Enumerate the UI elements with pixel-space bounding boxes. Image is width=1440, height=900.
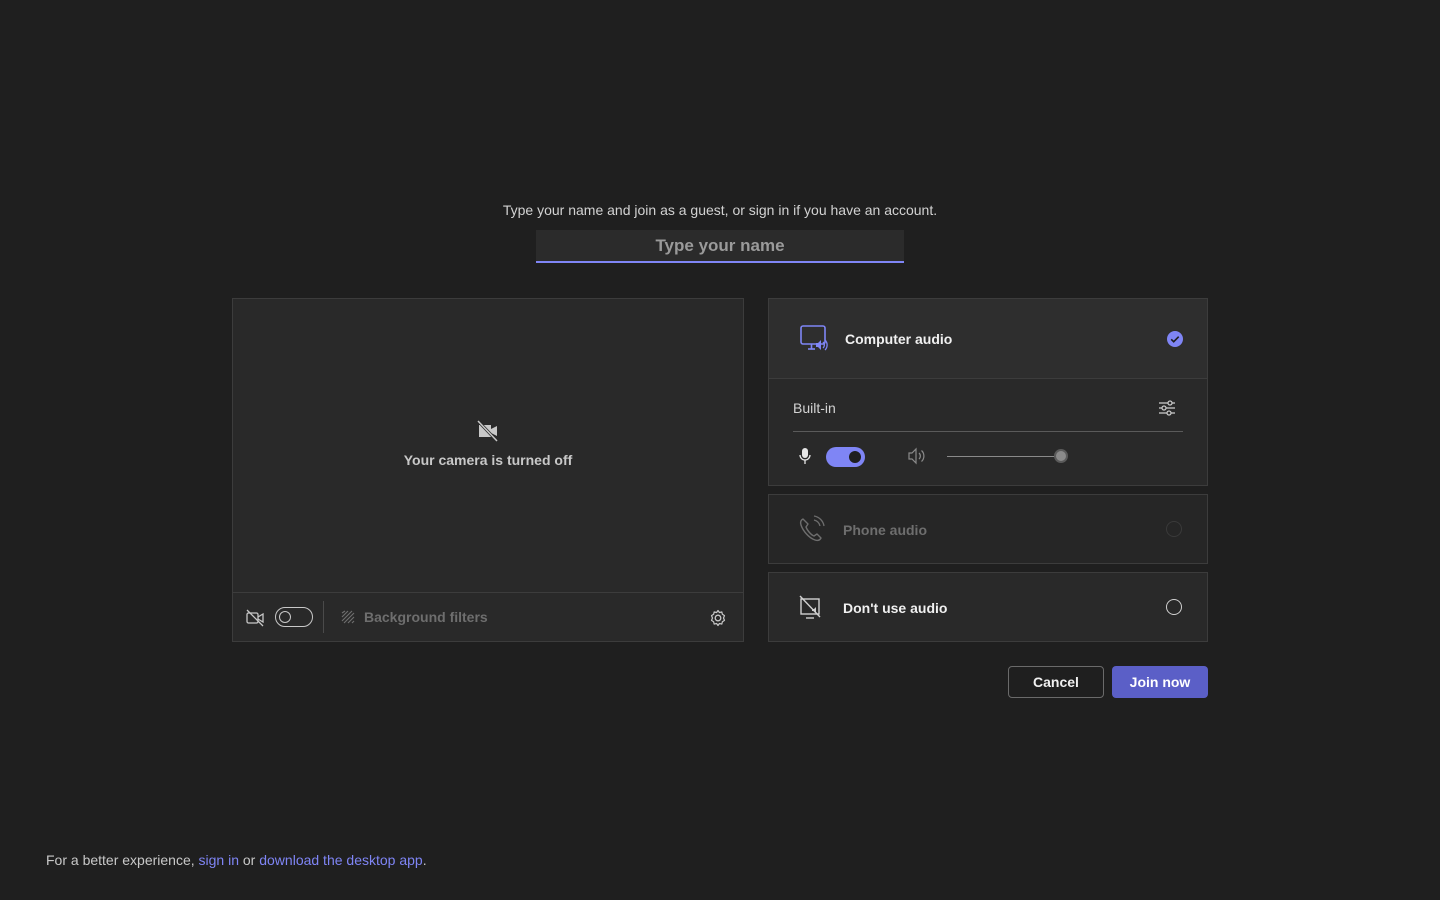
background-filters-icon <box>341 610 355 624</box>
camera-toggle[interactable] <box>275 607 313 627</box>
device-settings-icon[interactable] <box>1157 398 1177 418</box>
name-input[interactable] <box>536 230 904 263</box>
device-divider <box>793 431 1183 432</box>
phone-audio-option: Phone audio <box>768 494 1208 564</box>
computer-audio-header[interactable]: Computer audio <box>769 299 1207 379</box>
microphone-icon <box>799 448 811 464</box>
computer-audio-label: Computer audio <box>845 331 953 347</box>
video-preview-area: Your camera is turned off <box>233 299 743 593</box>
footer-suffix: . <box>422 852 427 868</box>
no-audio-icon <box>799 595 821 619</box>
volume-slider-track[interactable] <box>947 456 1061 457</box>
phone-audio-label: Phone audio <box>843 522 927 538</box>
sign-in-link[interactable]: sign in <box>199 852 239 868</box>
join-now-button[interactable]: Join now <box>1112 666 1208 698</box>
phone-audio-radio <box>1166 521 1182 537</box>
computer-audio-icon <box>800 325 828 351</box>
camera-off-icon <box>476 419 499 443</box>
phone-icon <box>799 515 825 542</box>
microphone-toggle[interactable] <box>826 447 865 467</box>
no-audio-label: Don't use audio <box>843 600 948 616</box>
checkmark-circle-icon <box>1167 331 1183 347</box>
camera-toggle-knob <box>279 611 291 623</box>
speaker-icon <box>908 447 925 465</box>
no-audio-option[interactable]: Don't use audio <box>768 572 1208 642</box>
no-audio-radio[interactable] <box>1166 599 1182 615</box>
footer-text: For a better experience, sign in or down… <box>46 852 427 868</box>
computer-audio-option[interactable]: Computer audio Built-in <box>768 298 1208 486</box>
video-toolbar: Background filters <box>233 592 743 641</box>
page-subtitle: Type your name and join as a guest, or s… <box>502 202 938 218</box>
microphone-toggle-knob <box>849 451 861 463</box>
camera-off-icon <box>246 609 264 627</box>
footer-or: or <box>242 852 256 868</box>
audio-device-label: Built-in <box>793 400 836 416</box>
cancel-button[interactable]: Cancel <box>1008 666 1104 698</box>
volume-slider-thumb[interactable] <box>1054 449 1068 463</box>
download-desktop-app-link[interactable]: download the desktop app <box>259 852 422 868</box>
toolbar-divider <box>323 601 324 633</box>
footer-prefix: For a better experience, <box>46 852 195 868</box>
background-filters-button[interactable]: Background filters <box>364 609 488 625</box>
video-preview-panel: Your camera is turned off Background fil… <box>232 298 744 642</box>
gear-icon[interactable] <box>708 608 728 628</box>
camera-off-text: Your camera is turned off <box>403 452 573 468</box>
